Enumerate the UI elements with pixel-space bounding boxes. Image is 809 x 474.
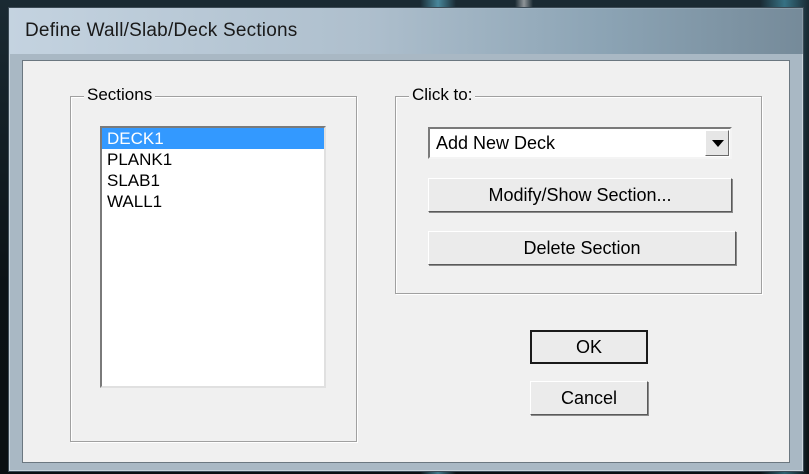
section-item-wall1[interactable]: WALL1 (102, 191, 324, 212)
modify-show-section-button[interactable]: Modify/Show Section... (428, 178, 732, 212)
dialog-body: Sections DECK1 PLANK1 SLAB1 WALL1 Click … (22, 60, 790, 463)
section-item-deck1[interactable]: DECK1 (102, 128, 324, 149)
sections-group-label: Sections (84, 85, 156, 105)
sections-group: Sections DECK1 PLANK1 SLAB1 WALL1 (70, 85, 357, 442)
title-bar[interactable]: Define Wall/Slab/Deck Sections (9, 8, 803, 54)
define-sections-dialog: Define Wall/Slab/Deck Sections Sections … (8, 7, 804, 472)
cancel-button[interactable]: Cancel (530, 381, 648, 415)
delete-section-button[interactable]: Delete Section (428, 231, 736, 265)
dropdown-toggle-button[interactable] (705, 130, 729, 156)
dropdown-selected-value: Add New Deck (436, 133, 556, 153)
click-to-group-label: Click to: (409, 85, 476, 105)
ok-button[interactable]: OK (530, 330, 648, 364)
section-item-plank1[interactable]: PLANK1 (102, 149, 324, 170)
sections-listbox[interactable]: DECK1 PLANK1 SLAB1 WALL1 (100, 126, 326, 388)
dialog-title: Define Wall/Slab/Deck Sections (25, 20, 298, 41)
click-to-group: Click to: Add New Deck Modify/Show Secti… (395, 85, 762, 294)
add-section-type-dropdown[interactable]: Add New Deck (428, 127, 732, 159)
chevron-down-icon (712, 140, 724, 147)
section-item-slab1[interactable]: SLAB1 (102, 170, 324, 191)
